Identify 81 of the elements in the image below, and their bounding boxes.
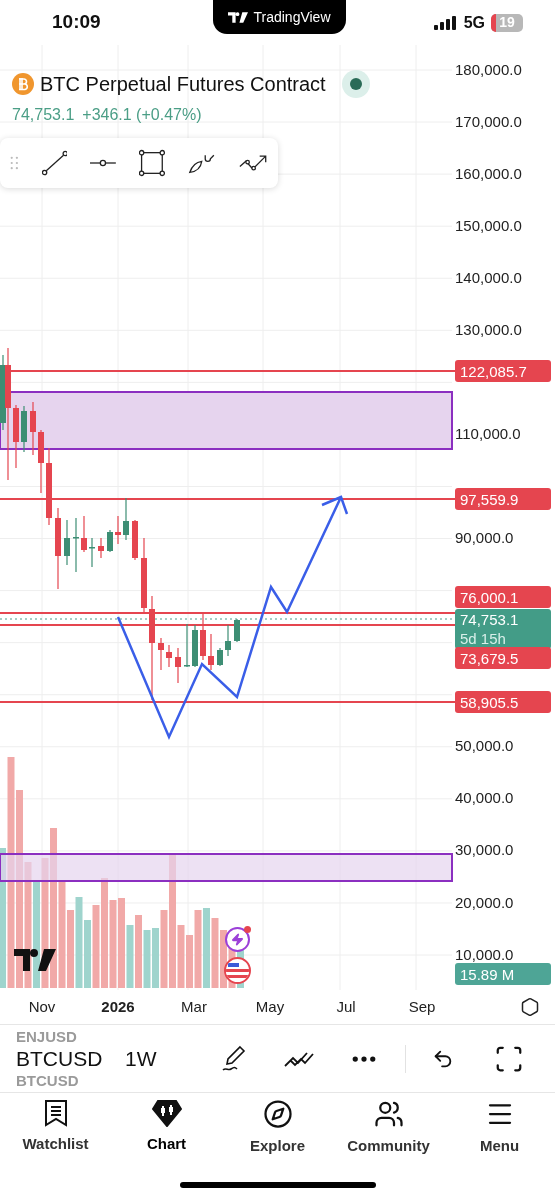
network-label: 5G: [463, 12, 485, 33]
compass-icon: [262, 1099, 293, 1129]
candlestick: [225, 624, 231, 657]
candlestick: [175, 647, 181, 684]
settings-icon[interactable]: [520, 997, 540, 1017]
lightning-badge-icon[interactable]: [225, 927, 250, 952]
flag-badge-icon[interactable]: [224, 957, 251, 984]
tab-bar-item[interactable]: Community: [333, 1099, 444, 1163]
signal-icon: [433, 15, 458, 30]
price-axis-label: 180,000.0: [455, 59, 522, 80]
price-axis-label: 20,000.0: [455, 892, 514, 913]
price-axis-label: 90,000.0: [455, 528, 514, 549]
interval-button[interactable]: 1W: [125, 1042, 157, 1075]
clock-time: 10:09: [52, 10, 101, 35]
candlestick: [73, 517, 79, 573]
price-axis-label: 30,000.0: [455, 840, 514, 861]
candlestick: [234, 618, 240, 643]
candlestick: [200, 613, 206, 661]
tab-bar-item[interactable]: Menu: [444, 1099, 555, 1163]
candlestick: [30, 401, 36, 456]
price-axis-label: 140,000.0: [455, 267, 522, 288]
app-name: TradingView: [253, 7, 331, 27]
time-axis-label: May: [255, 996, 285, 1017]
candlestick: [38, 429, 44, 494]
tab-bar-item[interactable]: Explore: [222, 1099, 333, 1163]
price-axis-label: 10,000.0: [455, 944, 514, 965]
candlestick: [107, 529, 113, 553]
candlestick: [64, 519, 70, 566]
price-axis-label: 160,000.0: [455, 163, 522, 184]
price-tag: 15.89 M: [455, 963, 551, 985]
candlestick-gem-icon: [151, 1099, 182, 1127]
candlestick: [89, 537, 95, 568]
symbol-title: BTC Perpetual Futures Contract: [40, 72, 326, 97]
tradingview-logo-icon: [14, 949, 56, 971]
people-icon: [373, 1099, 404, 1129]
price-tag: 73,679.5: [455, 647, 551, 669]
candlestick: [158, 637, 164, 671]
time-axis-label: 2026: [101, 996, 135, 1017]
price-tag: 122,085.7: [455, 360, 551, 382]
bitcoin-icon: [12, 73, 34, 95]
candlestick: [217, 647, 223, 667]
price-tag: 58,905.5: [455, 691, 551, 713]
price-tag: 74,753.1 5d 15h: [455, 609, 551, 649]
path-arrow-icon[interactable]: [238, 153, 268, 173]
price-axis-label: 170,000.0: [455, 111, 522, 132]
candlestick: [166, 644, 172, 668]
candlestick: [184, 623, 190, 668]
candlestick: [192, 624, 198, 668]
candlestick: [208, 633, 214, 671]
time-axis-label: Nov: [28, 996, 56, 1017]
price-tag: 97,559.9: [455, 488, 551, 510]
price-axis-label: 150,000.0: [455, 215, 522, 236]
battery-indicator: 19: [491, 13, 523, 32]
price-axis-label: 130,000.0: [455, 320, 522, 340]
tab-bar-item[interactable]: Chart: [111, 1099, 222, 1163]
symbol-picker-item[interactable]: BTCUSD: [16, 1045, 111, 1072]
candlestick: [81, 515, 87, 553]
price-axis-label: 50,000.0: [455, 736, 514, 757]
candlestick: [21, 405, 27, 453]
candlestick: [13, 404, 19, 469]
time-axis-label: Mar: [181, 996, 207, 1017]
time-axis-label: Jul: [336, 996, 356, 1017]
candlestick: [132, 519, 138, 561]
price-axis-label: 110,000.0: [455, 424, 521, 445]
tradingview-logo-icon: [228, 11, 249, 23]
horizontal-line-icon[interactable]: [90, 158, 117, 168]
price-change: +346.1 (+0.47%): [82, 105, 202, 125]
drag-handle-icon[interactable]: [10, 155, 19, 171]
last-price: 74,753.1: [12, 105, 75, 125]
tab-bar-item[interactable]: Watchlist: [0, 1099, 111, 1163]
price-axis-label: 40,000.0: [455, 788, 514, 809]
watchlist-icon: [43, 1099, 68, 1127]
pen-icon[interactable]: [220, 1044, 247, 1073]
price-tag: 76,000.1: [455, 586, 551, 608]
candlestick: [115, 515, 121, 545]
candlestick: [123, 497, 129, 541]
rectangle-icon[interactable]: [139, 148, 166, 178]
market-status-icon: [341, 70, 370, 98]
trend-line-icon[interactable]: [41, 149, 68, 177]
time-axis-label: Sep: [408, 996, 436, 1017]
candlestick: [98, 537, 104, 559]
